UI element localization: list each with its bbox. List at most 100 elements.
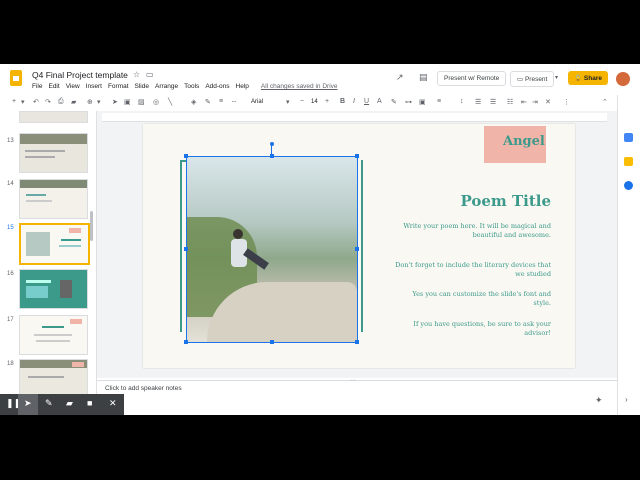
expand-panel-icon[interactable]: ›: [625, 395, 628, 404]
pen-icon[interactable]: ✎: [45, 398, 53, 409]
slide-canvas[interactable]: Angel Poem Title Write your poem here. I…: [143, 124, 575, 368]
menu-addons[interactable]: Add-ons: [205, 83, 229, 90]
comment-add-icon[interactable]: ▣: [419, 98, 426, 106]
new-slide-icon[interactable]: +: [12, 98, 16, 105]
paint-format-icon[interactable]: ▰: [71, 98, 76, 106]
shape-icon[interactable]: ◎: [153, 98, 159, 106]
notes-resize-handle[interactable]: ⋯: [350, 377, 356, 384]
resize-handle[interactable]: [270, 340, 274, 344]
keep-icon[interactable]: [624, 157, 633, 166]
slide-number: 17: [7, 317, 14, 323]
move-folder-icon[interactable]: ▭: [146, 70, 154, 79]
menu-arrange[interactable]: Arrange: [155, 83, 178, 90]
new-slide-dropdown-icon[interactable]: ▾: [21, 98, 25, 106]
resize-handle[interactable]: [355, 247, 359, 251]
avatar[interactable]: [616, 72, 630, 86]
slides-logo[interactable]: [10, 70, 22, 86]
link-icon[interactable]: ⊶: [405, 98, 412, 106]
align-icon[interactable]: ≡: [437, 98, 441, 105]
pointer-icon[interactable]: ➤: [24, 398, 32, 409]
highlighter-icon[interactable]: ▰: [66, 398, 73, 409]
menu-slide[interactable]: Slide: [135, 83, 149, 90]
line-icon[interactable]: ╲: [168, 98, 172, 106]
slide-thumbnail-18[interactable]: [19, 359, 88, 399]
present-dropdown-icon[interactable]: ▾: [555, 74, 558, 81]
menu-view[interactable]: View: [66, 83, 80, 90]
clear-formatting-icon[interactable]: ✕: [545, 98, 551, 106]
zoom-icon[interactable]: ⊕: [87, 98, 93, 106]
print-icon[interactable]: ⎙: [58, 98, 64, 106]
border-color-icon[interactable]: ✎: [205, 98, 211, 106]
speaker-notes[interactable]: Click to add speaker notes ⋯ ✦: [97, 377, 617, 415]
image-icon[interactable]: ▨: [138, 98, 145, 106]
star-icon[interactable]: ☆: [133, 70, 140, 79]
undo-icon[interactable]: ↶: [33, 98, 39, 106]
increase-indent-icon[interactable]: ⇥: [532, 98, 538, 106]
font-dropdown-icon[interactable]: ▾: [286, 98, 290, 106]
rotate-handle[interactable]: [270, 142, 274, 146]
redo-icon[interactable]: ↷: [45, 98, 51, 106]
slide-thumbnail-15-selected[interactable]: [19, 223, 90, 265]
bulleted-list-icon[interactable]: ☰: [490, 98, 496, 106]
landscape-photo[interactable]: [184, 142, 359, 344]
poem-paragraph-1[interactable]: Write your poem here. It will be magical…: [393, 222, 551, 240]
speaker-notes-placeholder[interactable]: Click to add speaker notes: [105, 385, 182, 392]
save-status[interactable]: All changes saved in Drive: [261, 83, 338, 90]
decrease-font-size-icon[interactable]: −: [300, 98, 304, 105]
resize-handle[interactable]: [355, 340, 359, 344]
highlight-icon[interactable]: ✎: [391, 98, 397, 106]
poem-paragraph-3[interactable]: Yes you can customize the slide's font a…: [393, 290, 551, 308]
document-title[interactable]: Q4 Final Project template: [32, 70, 128, 80]
more-options-icon[interactable]: ⋮: [563, 98, 570, 106]
resize-handle[interactable]: [355, 154, 359, 158]
underline-icon[interactable]: U: [364, 98, 369, 105]
menu-edit[interactable]: Edit: [48, 83, 59, 90]
present-button[interactable]: ▭ Present: [510, 71, 555, 87]
slide-thumbnail-partial[interactable]: [19, 111, 88, 123]
checklist-icon[interactable]: ☰: [475, 98, 481, 106]
slide-thumbnail-13[interactable]: [19, 133, 88, 173]
menu-tools[interactable]: Tools: [184, 83, 199, 90]
bold-icon[interactable]: B: [340, 98, 345, 105]
tasks-icon[interactable]: [624, 181, 633, 190]
explore-icon[interactable]: ✦: [595, 395, 603, 406]
resize-handle[interactable]: [184, 340, 188, 344]
menu-file[interactable]: File: [32, 83, 42, 90]
zoom-dropdown-icon[interactable]: ▾: [97, 98, 101, 106]
poem-paragraph-4[interactable]: If you have questions, be sure to ask yo…: [393, 320, 551, 338]
resize-handle[interactable]: [184, 247, 188, 251]
slide-number: 14: [7, 181, 14, 187]
camera-icon[interactable]: ■: [87, 398, 92, 408]
border-weight-icon[interactable]: ≡: [219, 98, 223, 105]
text-color-icon[interactable]: A: [377, 98, 382, 105]
menu-format[interactable]: Format: [108, 83, 129, 90]
filmstrip-scrollbar[interactable]: [90, 211, 93, 241]
poem-paragraph-2[interactable]: Don't forget to include the literary dev…: [393, 261, 551, 279]
poem-title[interactable]: Poem Title: [373, 192, 551, 210]
collapse-toolbar-icon[interactable]: ⌃: [602, 98, 608, 106]
font-select[interactable]: Arial: [251, 99, 263, 105]
menu-insert[interactable]: Insert: [86, 83, 102, 90]
slide-thumbnail-16[interactable]: [19, 269, 88, 309]
calendar-icon[interactable]: [624, 133, 633, 142]
fill-color-icon[interactable]: ◈: [191, 98, 196, 106]
slide-thumbnail-14[interactable]: [19, 179, 88, 219]
author-name[interactable]: Angel: [503, 134, 545, 149]
slide-thumbnail-17[interactable]: [19, 315, 88, 355]
select-icon[interactable]: ➤: [112, 98, 118, 106]
numbered-list-icon[interactable]: ☷: [507, 98, 513, 106]
activity-icon[interactable]: ↗: [396, 72, 404, 83]
textbox-icon[interactable]: ▣: [124, 98, 131, 106]
italic-icon[interactable]: I: [353, 98, 355, 105]
present-remote-button[interactable]: Present w/ Remote: [437, 71, 507, 86]
font-size-field[interactable]: 14: [311, 99, 318, 105]
resize-handle[interactable]: [184, 154, 188, 158]
line-spacing-icon[interactable]: ↕: [460, 98, 464, 105]
border-dash-icon[interactable]: ┄: [232, 98, 236, 106]
close-icon[interactable]: ✕: [109, 398, 117, 409]
comments-icon[interactable]: ▤: [419, 72, 428, 83]
decrease-indent-icon[interactable]: ⇤: [521, 98, 527, 106]
menu-help[interactable]: Help: [236, 83, 249, 90]
increase-font-size-icon[interactable]: +: [325, 98, 329, 105]
share-button[interactable]: 🔒 Share: [568, 71, 608, 85]
